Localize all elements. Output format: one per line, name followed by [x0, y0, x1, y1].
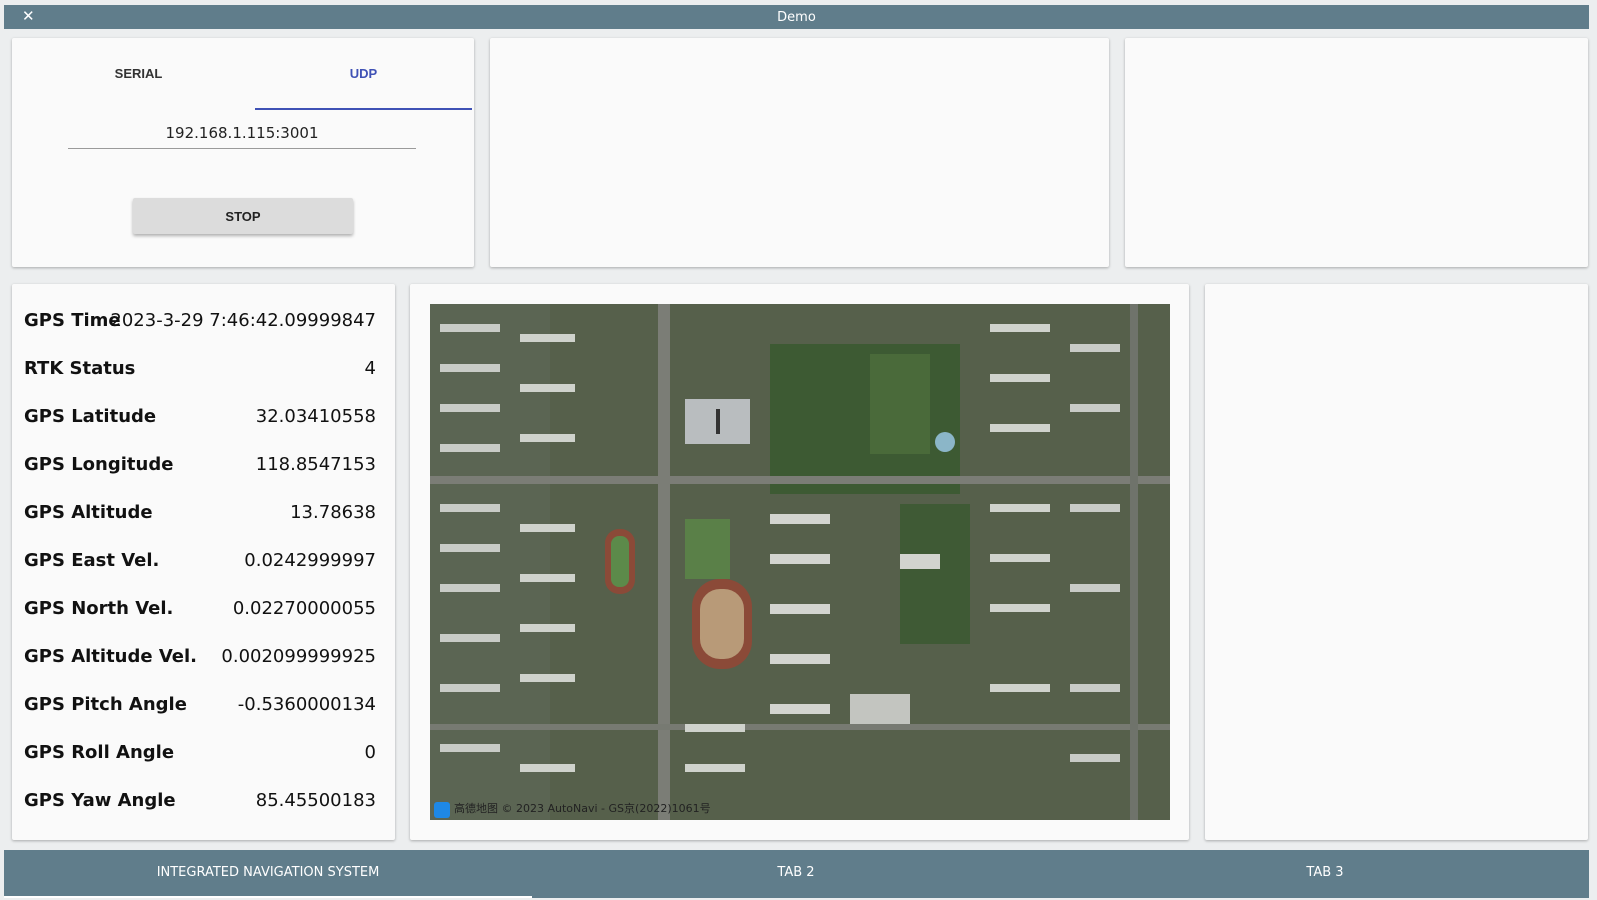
gps-value: 0.02270000055	[232, 598, 376, 619]
gps-label: GPS Yaw Angle	[24, 790, 176, 811]
gps-row: GPS Altitude 13.78638	[24, 498, 376, 528]
gps-value: 32.03410558	[255, 406, 376, 427]
udp-address-input[interactable]	[68, 118, 416, 149]
side-panel	[1205, 284, 1588, 840]
gps-label: GPS North Vel.	[24, 598, 174, 619]
top-panel-3	[1125, 38, 1588, 267]
tab-2[interactable]: TAB 2	[532, 850, 1060, 898]
gps-value: 0.002099999925	[221, 646, 376, 667]
gps-label: GPS Roll Angle	[24, 742, 175, 763]
gps-value: 2023-3-29 7:46:42.09999847	[110, 310, 376, 331]
gps-value: 0	[364, 742, 376, 763]
gps-value: 85.45500183	[255, 790, 376, 811]
top-panel-2	[490, 38, 1109, 267]
gps-label: GPS Latitude	[24, 406, 157, 427]
connection-panel: SERIAL UDP STOP	[12, 38, 474, 267]
gps-label: GPS East Vel.	[24, 550, 160, 571]
bottom-tab-bar: INTEGRATED NAVIGATION SYSTEM TAB 2 TAB 3	[4, 850, 1589, 898]
gps-value: 118.8547153	[255, 454, 376, 475]
gps-row: GPS Altitude Vel. 0.002099999925	[24, 642, 376, 672]
gps-value: 4	[364, 358, 376, 379]
satellite-map[interactable]: 高德地图 © 2023 AutoNavi - GS京(2022)1061号	[430, 304, 1170, 820]
map-attribution: 高德地图 © 2023 AutoNavi - GS京(2022)1061号	[454, 802, 711, 815]
gps-row: GPS Pitch Angle -0.5360000134	[24, 690, 376, 720]
gps-label: GPS Pitch Angle	[24, 694, 187, 715]
gps-value: 13.78638	[290, 502, 376, 523]
title-bar: ✕ Demo	[4, 5, 1589, 29]
map-imagery	[430, 304, 1170, 820]
amap-logo-icon	[434, 802, 450, 818]
gps-value: -0.5360000134	[237, 694, 376, 715]
gps-row: GPS Yaw Angle 85.45500183	[24, 786, 376, 816]
tab-3[interactable]: TAB 3	[1061, 850, 1589, 898]
gps-row: GPS North Vel. 0.02270000055	[24, 594, 376, 624]
gps-value: 0.0242999997	[244, 550, 376, 571]
tab-udp[interactable]: UDP	[255, 48, 472, 110]
gps-row: GPS East Vel. 0.0242999997	[24, 546, 376, 576]
gps-row: GPS Time 2023-3-29 7:46:42.09999847	[24, 306, 376, 336]
gps-row: GPS Latitude 32.03410558	[24, 402, 376, 432]
gps-row: RTK Status 4	[24, 354, 376, 384]
connection-tabs: SERIAL UDP	[30, 48, 472, 110]
map-panel: 高德地图 © 2023 AutoNavi - GS京(2022)1061号	[410, 284, 1189, 840]
gps-row: GPS Roll Angle 0	[24, 738, 376, 768]
gps-row: GPS Longitude 118.8547153	[24, 450, 376, 480]
gps-label: GPS Altitude	[24, 502, 153, 523]
tab-serial[interactable]: SERIAL	[30, 48, 247, 108]
gps-label: GPS Altitude Vel.	[24, 646, 198, 667]
gps-label: GPS Time	[24, 310, 121, 331]
tab-integrated-navigation[interactable]: INTEGRATED NAVIGATION SYSTEM	[4, 850, 532, 898]
gps-label: GPS Longitude	[24, 454, 174, 475]
stop-button[interactable]: STOP	[133, 198, 353, 234]
gps-data-panel: GPS Time 2023-3-29 7:46:42.09999847 RTK …	[12, 284, 395, 840]
gps-label: RTK Status	[24, 358, 136, 379]
window-title: Demo	[777, 10, 816, 25]
